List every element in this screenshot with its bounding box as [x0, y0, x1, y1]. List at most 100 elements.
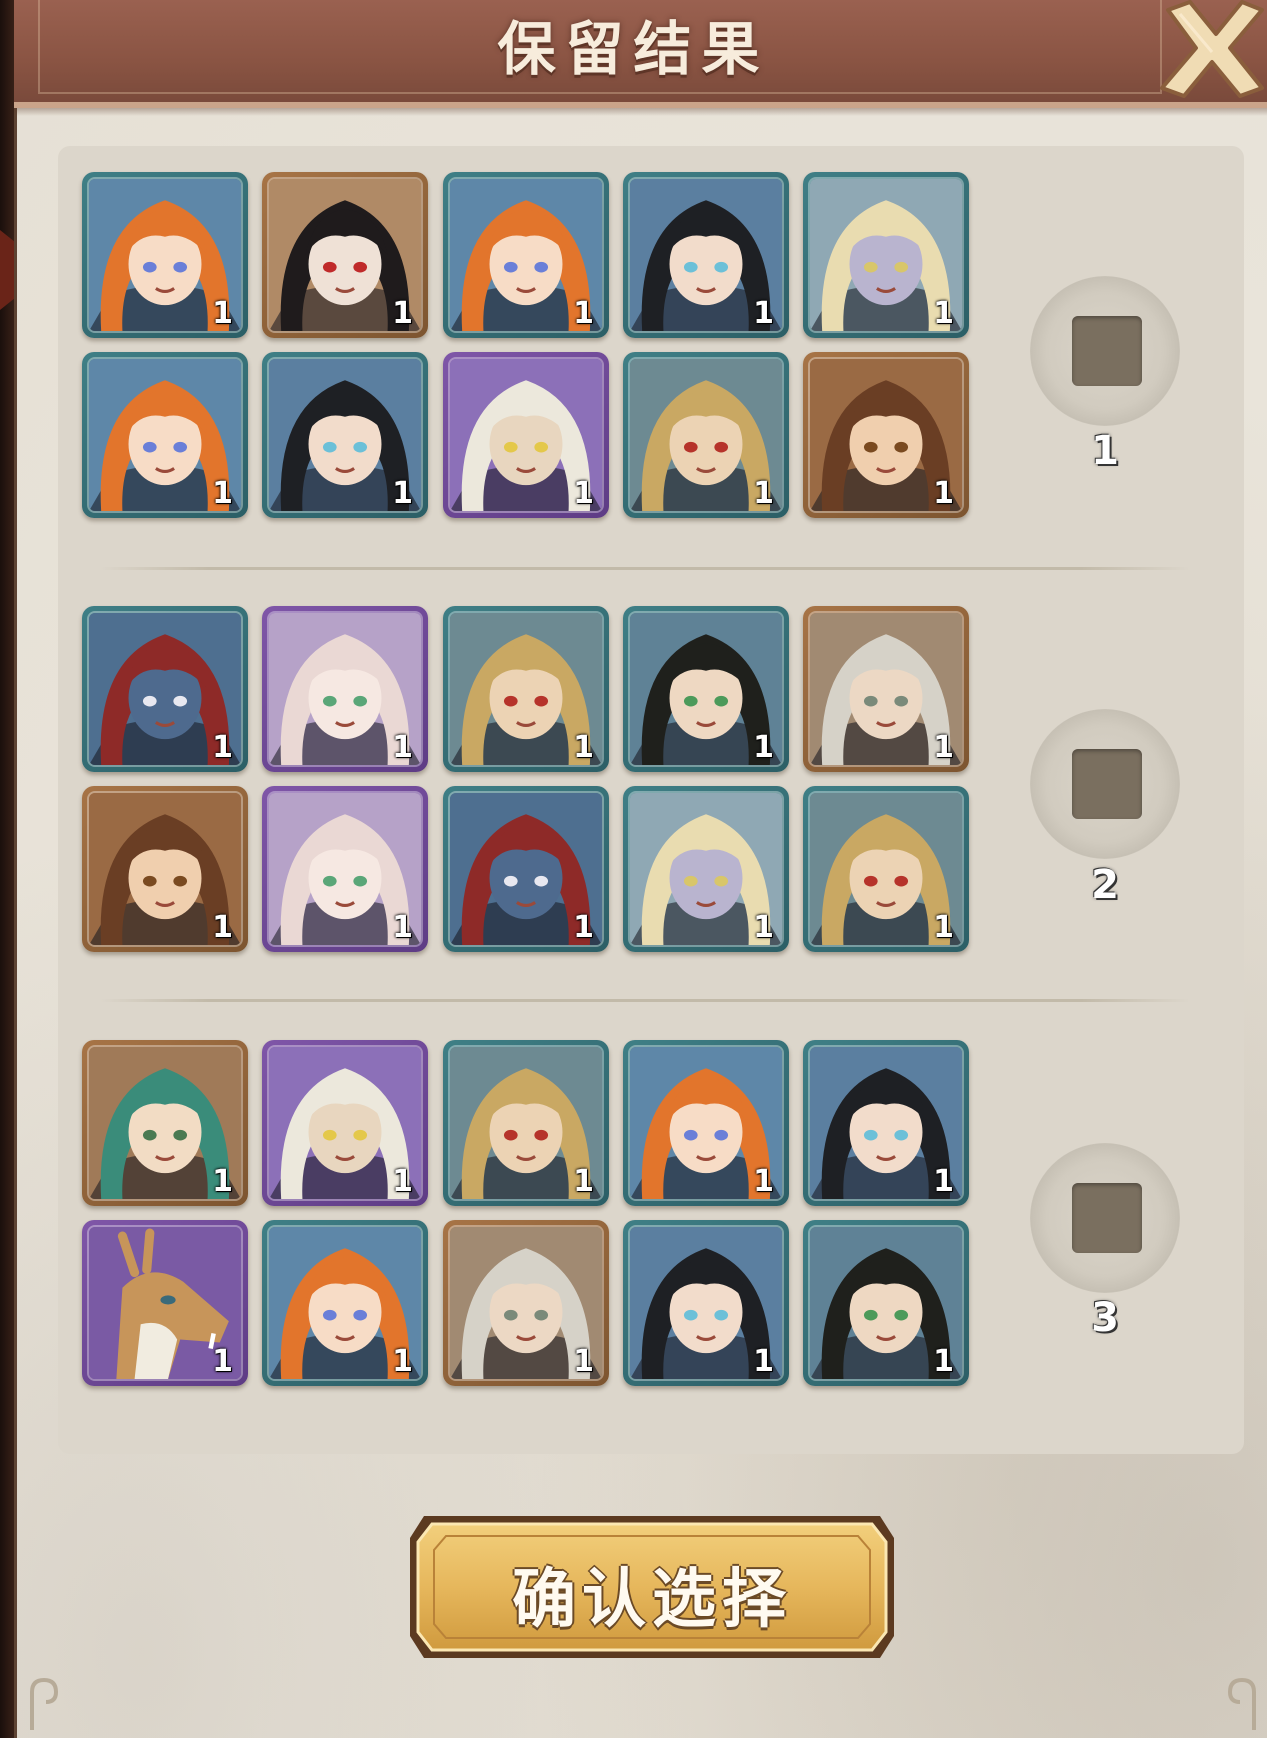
card-frame: 1: [808, 1225, 964, 1381]
card-count: 1: [933, 910, 954, 945]
card-count: 1: [392, 910, 413, 945]
hero-card[interactable]: 1: [262, 1220, 428, 1386]
hero-card[interactable]: 1: [262, 786, 428, 952]
close-x-icon: [1160, 0, 1264, 98]
card-frame: 1: [87, 791, 243, 947]
hero-card[interactable]: 1: [803, 606, 969, 772]
card-count: 1: [212, 296, 233, 331]
hero-card[interactable]: 1: [82, 172, 248, 338]
card-frame: 1: [87, 611, 243, 767]
card-count: 1: [573, 476, 594, 511]
hero-card[interactable]: 1: [803, 352, 969, 518]
card-frame: 1: [808, 611, 964, 767]
group-2-select-button[interactable]: [1030, 709, 1180, 859]
hero-card[interactable]: 1: [262, 606, 428, 772]
card-frame: 1: [87, 357, 243, 513]
card-count: 1: [392, 296, 413, 331]
group-3-label: 3: [1091, 1295, 1119, 1341]
card-count: 1: [392, 1344, 413, 1379]
hero-card[interactable]: 1: [803, 172, 969, 338]
confirm-selection-button[interactable]: 确认选择: [402, 1508, 902, 1666]
card-count: 1: [212, 730, 233, 765]
card-count: 1: [753, 730, 774, 765]
card-frame: 1: [448, 611, 604, 767]
group-1-select-button[interactable]: [1030, 276, 1180, 426]
card-count: 1: [933, 296, 954, 331]
card-count: 1: [212, 476, 233, 511]
card-count: 1: [753, 1164, 774, 1199]
group-divider: [100, 567, 1190, 570]
hero-card[interactable]: 1: [443, 352, 609, 518]
checkbox-icon: [1072, 316, 1142, 386]
card-count: 1: [212, 1164, 233, 1199]
hero-card[interactable]: 1: [803, 786, 969, 952]
hero-card[interactable]: 1: [82, 1040, 248, 1206]
card-frame: 1: [808, 791, 964, 947]
hero-card[interactable]: 1: [443, 172, 609, 338]
hero-card[interactable]: 1: [82, 1220, 248, 1386]
confirm-button-label: 确认选择: [512, 1563, 792, 1637]
card-frame: 1: [87, 1045, 243, 1201]
hero-card[interactable]: 1: [803, 1040, 969, 1206]
card-count: 1: [212, 910, 233, 945]
card-count: 1: [392, 730, 413, 765]
card-count: 1: [573, 1344, 594, 1379]
hero-card[interactable]: 1: [262, 1040, 428, 1206]
hero-card[interactable]: 1: [623, 172, 789, 338]
card-frame: 1: [448, 177, 604, 333]
group-3-select-button[interactable]: [1030, 1143, 1180, 1293]
card-count: 1: [212, 1344, 233, 1379]
card-frame: 1: [628, 611, 784, 767]
hero-card[interactable]: 1: [82, 786, 248, 952]
hero-card[interactable]: 1: [443, 606, 609, 772]
hero-card[interactable]: 1: [443, 1040, 609, 1206]
panel-header: 保留结果: [14, 0, 1267, 116]
card-frame: 1: [448, 357, 604, 513]
card-count: 1: [753, 910, 774, 945]
card-frame: 1: [628, 791, 784, 947]
card-count: 1: [933, 1164, 954, 1199]
hero-card[interactable]: 1: [623, 786, 789, 952]
hero-card[interactable]: 1: [82, 606, 248, 772]
hero-card[interactable]: 1: [803, 1220, 969, 1386]
hero-card[interactable]: 1: [82, 352, 248, 518]
card-frame: 1: [628, 357, 784, 513]
card-count: 1: [933, 1344, 954, 1379]
group-1-label: 1: [1091, 428, 1119, 474]
card-count: 1: [392, 476, 413, 511]
hero-card[interactable]: 1: [262, 352, 428, 518]
card-frame: 1: [87, 1225, 243, 1381]
close-button[interactable]: [1150, 0, 1267, 98]
page-title: 保留结果: [497, 15, 770, 83]
card-frame: 1: [267, 791, 423, 947]
group-divider: [100, 999, 1190, 1002]
corner-ornament-right: [1227, 1677, 1256, 1730]
card-frame: 1: [267, 611, 423, 767]
card-frame: 1: [87, 177, 243, 333]
card-frame: 1: [267, 177, 423, 333]
hero-card[interactable]: 1: [623, 606, 789, 772]
group-2-label: 2: [1091, 862, 1119, 908]
card-frame: 1: [267, 1225, 423, 1381]
card-frame: 1: [628, 1225, 784, 1381]
card-frame: 1: [628, 177, 784, 333]
hero-card[interactable]: 1: [262, 172, 428, 338]
hero-card[interactable]: 1: [623, 352, 789, 518]
card-count: 1: [573, 296, 594, 331]
card-frame: 1: [448, 1045, 604, 1201]
card-count: 1: [392, 1164, 413, 1199]
card-frame: 1: [448, 1225, 604, 1381]
card-count: 1: [933, 476, 954, 511]
corner-ornament-left: [30, 1677, 59, 1730]
card-frame: 1: [267, 1045, 423, 1201]
card-frame: 1: [808, 1045, 964, 1201]
card-count: 1: [933, 730, 954, 765]
card-frame: 1: [628, 1045, 784, 1201]
hero-card[interactable]: 1: [443, 1220, 609, 1386]
hero-card[interactable]: 1: [623, 1040, 789, 1206]
card-count: 1: [753, 1344, 774, 1379]
hero-card[interactable]: 1: [443, 786, 609, 952]
card-count: 1: [573, 1164, 594, 1199]
checkbox-icon: [1072, 749, 1142, 819]
hero-card[interactable]: 1: [623, 1220, 789, 1386]
